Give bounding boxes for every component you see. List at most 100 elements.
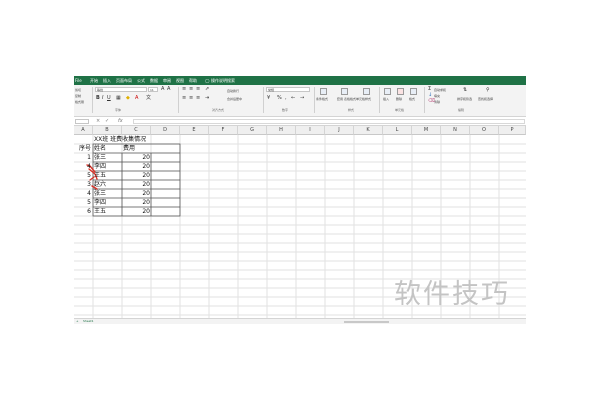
row-index: 1 [87, 154, 91, 161]
menu-formulas[interactable]: 公式 [137, 77, 145, 84]
menu-bar: File 开始 插入 页面布局 公式 数据 审阅 视图 帮助 ◯ 操作说明搜索 [74, 76, 526, 85]
col-header-d[interactable]: D [151, 126, 180, 135]
orientation-icon[interactable]: ⇗ [205, 87, 209, 92]
col-header-c[interactable]: C [122, 126, 151, 135]
row-fee: 20 [142, 208, 150, 215]
align-left-icon[interactable]: ≡ [182, 96, 186, 101]
format-cells-button[interactable]: 格式 [409, 97, 415, 101]
editing-group-label: 编辑 [458, 108, 465, 112]
row-name: 张三 [94, 190, 107, 197]
row-name: 赵六 [94, 181, 107, 188]
conditional-format-icon [320, 88, 327, 95]
merge-center-button[interactable]: 合并后居中 [227, 97, 242, 101]
align-right-icon[interactable]: ≡ [196, 96, 200, 101]
cancel-icon[interactable]: × [96, 118, 100, 125]
italic-button[interactable]: I [102, 96, 103, 101]
decrease-font-icon[interactable]: A [167, 87, 170, 92]
sort-filter-icon: ⇅ [463, 87, 468, 93]
insert-function-icon[interactable]: fx [118, 118, 123, 125]
cell-styles-button[interactable]: 单元格样式 [356, 97, 371, 101]
find-select-button[interactable]: 查找和选择 [478, 97, 493, 101]
menu-file[interactable]: File [75, 77, 82, 84]
enter-icon[interactable]: ✓ [105, 118, 109, 125]
row-name: 王五 [94, 172, 107, 179]
horizontal-scrollbar[interactable] [344, 321, 389, 323]
col-header-i[interactable]: I [296, 126, 325, 135]
row-fee: 20 [142, 154, 150, 161]
font-size-select[interactable]: 11 [148, 87, 158, 92]
row-name: 李四 [94, 199, 107, 206]
decrease-decimal-icon[interactable]: → [300, 96, 304, 101]
menu-home[interactable]: 开始 [90, 77, 98, 84]
col-header-p[interactable]: P [499, 126, 526, 135]
align-bottom-icon[interactable]: ≡ [196, 87, 200, 92]
wrap-text-button[interactable]: 自动换行 [227, 89, 239, 93]
col-header-a[interactable]: A [74, 126, 93, 135]
increase-font-icon[interactable]: A [161, 87, 164, 92]
ribbon-separator [379, 87, 380, 113]
delete-cells-button[interactable]: 删除 [396, 97, 402, 101]
cell-styles-icon [363, 88, 370, 95]
col-header-g[interactable]: G [238, 126, 267, 135]
fill-color-icon[interactable]: ◆ [126, 96, 130, 101]
tell-me-search[interactable]: 操作说明搜索 [211, 77, 235, 84]
menu-review[interactable]: 审阅 [163, 77, 171, 84]
increase-decimal-icon[interactable]: ← [291, 96, 295, 101]
currency-icon[interactable]: ¥ [267, 96, 270, 101]
col-header-l[interactable]: L [383, 126, 412, 135]
col-header-k[interactable]: K [354, 126, 383, 135]
insert-cells-button[interactable]: 插入 [383, 97, 389, 101]
col-header-h[interactable]: H [267, 126, 296, 135]
col-header-n[interactable]: N [441, 126, 470, 135]
autosum-button[interactable]: 自动求和 [434, 88, 446, 92]
styles-group-label: 样式 [348, 108, 355, 112]
menu-view[interactable]: 视图 [176, 77, 184, 84]
col-header-e[interactable]: E [180, 126, 209, 135]
font-color-icon[interactable]: A [135, 96, 138, 101]
ribbon-separator [178, 87, 179, 113]
menu-data[interactable]: 数据 [150, 77, 158, 84]
insert-cells-icon [384, 88, 391, 95]
sort-filter-button[interactable]: 排序和筛选 [457, 97, 472, 101]
comma-icon[interactable]: , [285, 96, 287, 101]
row-fee: 20 [142, 190, 150, 197]
borders-icon[interactable]: ▦ [116, 96, 121, 101]
conditional-format-button[interactable]: 条件格式 [316, 97, 328, 101]
number-format-select[interactable]: 常规 [266, 87, 310, 92]
watermark-text: 软件技巧 [394, 279, 510, 310]
col-header-j[interactable]: J [325, 126, 354, 135]
copy-button[interactable]: 复制 [75, 94, 81, 98]
menu-page-layout[interactable]: 页面布局 [116, 77, 132, 84]
menu-insert[interactable]: 插入 [103, 77, 111, 84]
col-header-m[interactable]: M [412, 126, 441, 135]
underline-button[interactable]: U [107, 96, 111, 101]
col-header-b[interactable]: B [93, 126, 122, 135]
bold-button[interactable]: B [96, 96, 100, 101]
align-top-icon[interactable]: ≡ [182, 87, 186, 92]
sheet-tab[interactable]: Sheet1 [83, 319, 94, 323]
indent-icon[interactable]: ⇥ [205, 96, 209, 101]
row-fee: 20 [142, 181, 150, 188]
col-header-o[interactable]: O [470, 126, 499, 135]
number-group-label: 数字 [282, 108, 289, 112]
phonetic-icon[interactable]: 文 [146, 96, 151, 101]
table-title: XX班 班费收集情况 [94, 136, 147, 143]
name-box[interactable] [75, 119, 89, 124]
lightbulb-icon: ◯ [205, 78, 210, 83]
col-header-f[interactable]: F [209, 126, 238, 135]
clear-button[interactable]: 清除 [434, 100, 440, 104]
align-middle-icon[interactable]: ≡ [189, 87, 193, 92]
delete-cells-icon [397, 88, 404, 95]
menu-help[interactable]: 帮助 [189, 77, 197, 84]
cut-button[interactable]: 剪切 [75, 88, 81, 92]
add-sheet-icon[interactable]: + [76, 319, 79, 323]
format-painter-button[interactable]: 格式刷 [75, 100, 84, 104]
font-name-select[interactable]: 等线 [95, 87, 147, 92]
percent-icon[interactable]: % [277, 96, 282, 101]
format-as-table-button[interactable]: 套用 表格格式 [337, 97, 356, 101]
ribbon-separator [92, 87, 93, 113]
formula-input[interactable] [133, 119, 525, 124]
alignment-group-label: 对齐方式 [212, 108, 225, 112]
header-cell-fee: 费用 [123, 145, 136, 152]
align-center-icon[interactable]: ≡ [189, 96, 193, 101]
